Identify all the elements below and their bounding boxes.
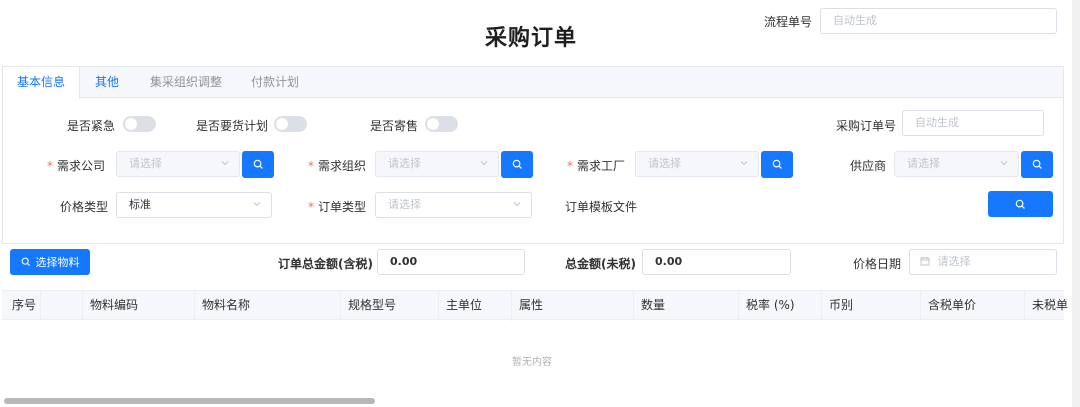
price-date-picker[interactable]: 请选择 [909, 249, 1057, 275]
horizontal-scrollbar[interactable] [4, 398, 375, 404]
po-number-label: 采购订单号 [836, 119, 897, 133]
column-header: 税率 (%) [746, 298, 795, 312]
price-type-label: 价格类型 [60, 200, 109, 214]
empty-state-text: 暂无内容 [512, 357, 552, 368]
flow-number-placeholder: 自动生成 [833, 14, 877, 27]
flow-number-label: 流程单号 [764, 15, 813, 29]
flow-number-input[interactable]: 自动生成 [820, 8, 1057, 34]
select-material-button[interactable]: 选择物料 [10, 249, 90, 275]
page-title: 采购订单 [485, 26, 578, 51]
total-notax-value: 0.00 [655, 255, 683, 268]
price-date-label: 价格日期 [853, 257, 902, 271]
company-placeholder: 请选择 [129, 157, 162, 170]
column-header: 未税单 [1032, 298, 1069, 312]
po-number-placeholder: 自动生成 [915, 116, 959, 129]
column-header: 数量 [641, 298, 666, 312]
chevron-down-icon [1000, 159, 1008, 167]
chevron-down-icon [221, 159, 229, 167]
order-template-label: 订单模板文件 [565, 200, 638, 214]
chevron-down-icon [253, 200, 261, 208]
column-header: 币别 [829, 298, 854, 312]
urgent-toggle[interactable] [123, 116, 156, 132]
template-search-button[interactable] [988, 191, 1053, 217]
column-header: 主单位 [446, 298, 483, 312]
search-icon [1032, 159, 1042, 169]
search-icon [772, 159, 782, 169]
required-mark: * [47, 159, 53, 173]
total-notax-label: 总金额(未税) [565, 257, 636, 271]
total-tax-value: 0.00 [390, 255, 418, 268]
table-header: 序号 物料编码 物料名称 规格型号 主单位 属性 数量 税率 (%) 币别 含税… [2, 290, 1068, 321]
search-icon [21, 257, 30, 266]
order-type-select[interactable]: 请选择 [375, 192, 532, 218]
search-icon [512, 159, 522, 169]
price-type-select[interactable]: 标准 [116, 192, 272, 218]
order-type-placeholder: 请选择 [388, 198, 421, 211]
price-type-value: 标准 [129, 198, 151, 211]
company-search-button[interactable] [242, 151, 274, 178]
calendar-icon [920, 257, 930, 266]
chevron-down-icon [513, 200, 521, 208]
org-search-button[interactable] [501, 151, 533, 178]
supplier-label: 供应商 [850, 159, 887, 173]
column-header: 序号 [12, 298, 37, 312]
delivery-plan-label: 是否要货计划 [196, 119, 269, 133]
price-date-placeholder: 请选择 [937, 255, 971, 268]
org-label: * 需求组织 [308, 159, 367, 173]
column-header: 规格型号 [348, 298, 397, 312]
tab-payment-plan[interactable]: 付款计划 [251, 67, 299, 98]
chevron-down-icon [740, 159, 748, 167]
chevron-down-icon [480, 159, 488, 167]
org-placeholder: 请选择 [388, 157, 421, 170]
factory-select[interactable]: 请选择 [635, 151, 759, 177]
supplier-search-button[interactable] [1021, 151, 1053, 178]
org-select[interactable]: 请选择 [375, 151, 499, 177]
consignment-toggle[interactable] [425, 116, 458, 132]
tab-group-org-adjust[interactable]: 集采组织调整 [150, 67, 222, 98]
tab-other[interactable]: 其他 [95, 67, 119, 98]
total-tax-input: 0.00 [377, 249, 525, 275]
tab-bar: 基本信息 其他 集采组织调整 付款计划 [3, 67, 1063, 99]
tab-basic-info[interactable]: 基本信息 [3, 67, 81, 99]
search-icon [1015, 199, 1025, 209]
po-number-input[interactable]: 自动生成 [902, 110, 1044, 136]
total-tax-label: 订单总金额(含税) [278, 257, 373, 271]
company-label: * 需求公司 [47, 159, 106, 173]
total-notax-input: 0.00 [642, 249, 791, 275]
select-material-label: 选择物料 [35, 256, 80, 269]
supplier-select[interactable]: 请选择 [894, 151, 1019, 177]
order-type-label: * 订单类型 [308, 200, 367, 214]
column-header: 物料名称 [202, 298, 251, 312]
column-header: 属性 [519, 298, 544, 312]
factory-label: * 需求工厂 [567, 159, 626, 173]
supplier-placeholder: 请选择 [907, 157, 940, 170]
column-header: 含税单价 [928, 298, 977, 312]
company-select[interactable]: 请选择 [116, 151, 240, 177]
vertical-scrollbar-track[interactable] [1072, 0, 1080, 407]
consignment-label: 是否寄售 [370, 119, 419, 133]
factory-placeholder: 请选择 [648, 157, 681, 170]
urgent-label: 是否紧急 [67, 119, 116, 133]
search-icon [253, 159, 263, 169]
delivery-plan-toggle[interactable] [274, 116, 307, 132]
column-header: 物料编码 [90, 298, 139, 312]
factory-search-button[interactable] [761, 151, 793, 178]
